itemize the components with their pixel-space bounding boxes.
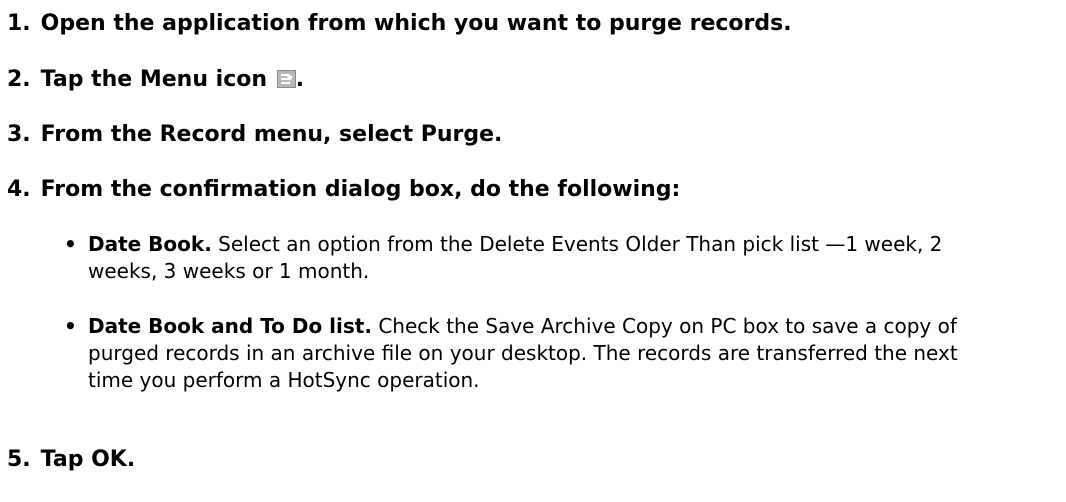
- step-text: Open the application from which you want…: [40, 11, 792, 36]
- bullet-text: Select an option from the Delete Events …: [88, 232, 943, 283]
- bullet-date-book: • Date Book. Select an option from the D…: [64, 231, 968, 285]
- instructions-document: 1. Open the application from which you w…: [0, 0, 1066, 502]
- bullet-lead: Date Book and To Do list.: [88, 314, 372, 338]
- step-number: 3.: [7, 122, 31, 147]
- bullet-marker: •: [64, 314, 77, 338]
- bullet-date-book-todo: • Date Book and To Do list. Check the Sa…: [64, 313, 968, 394]
- step-1: 1. Open the application from which you w…: [7, 10, 792, 38]
- step-number: 2.: [7, 67, 31, 92]
- step-text: Tap OK.: [40, 447, 136, 472]
- step-text: Tap the Menu icon: [40, 67, 268, 92]
- bullet-lead: Date Book.: [88, 232, 212, 256]
- step-text-end: .: [295, 67, 305, 92]
- step-3: 3. From the Record menu, select Purge.: [7, 121, 502, 149]
- step-number: 4.: [7, 177, 31, 202]
- menu-icon: [276, 70, 296, 88]
- step-4: 4. From the confirmation dialog box, do …: [7, 176, 680, 204]
- step-2: 2. Tap the Menu icon .: [7, 66, 304, 94]
- step-number: 5.: [7, 447, 31, 472]
- step-text: From the confirmation dialog box, do the…: [40, 177, 681, 202]
- step-5: 5. Tap OK.: [7, 446, 135, 474]
- step-number: 1.: [7, 11, 31, 36]
- step-text: From the Record menu, select Purge.: [40, 122, 503, 147]
- bullet-marker: •: [64, 232, 77, 256]
